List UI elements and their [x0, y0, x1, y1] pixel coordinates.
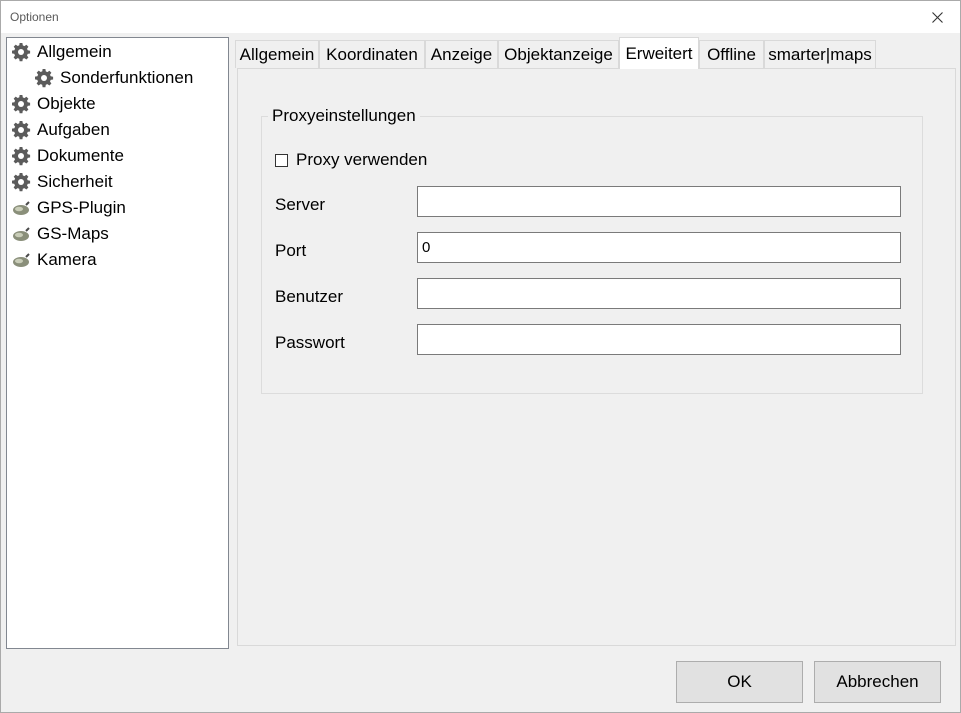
title-bar: Optionen [1, 1, 960, 33]
tree-item-label: Kamera [37, 250, 97, 269]
user-label: Benutzer [275, 287, 344, 306]
tree-item-gs-maps[interactable]: GS-Maps [10, 221, 109, 247]
tab-bar: Allgemein Koordinaten Anzeige Objektanze… [235, 37, 955, 69]
close-icon [931, 11, 943, 23]
gear-icon [10, 93, 32, 115]
tree-item-kamera[interactable]: Kamera [10, 247, 97, 273]
tree-item-label: GPS-Plugin [37, 198, 126, 217]
password-input[interactable] [417, 324, 901, 355]
password-label: Passwort [275, 333, 345, 352]
tree-item-aufgaben[interactable]: Aufgaben [10, 117, 110, 143]
server-input[interactable] [417, 186, 901, 217]
tab-smartermaps[interactable]: smarter|maps [764, 40, 876, 68]
close-button[interactable] [914, 1, 960, 33]
tree-item-sonderfunktionen[interactable]: Sonderfunktionen [33, 65, 193, 91]
proxy-group-title: Proxyeinstellungen [268, 106, 420, 126]
tree-item-label: Allgemein [37, 42, 112, 61]
use-proxy-checkbox-row[interactable]: Proxy verwenden [275, 149, 427, 171]
user-input[interactable] [417, 278, 901, 309]
tree-item-dokumente[interactable]: Dokumente [10, 143, 124, 169]
tree-item-label: Objekte [37, 94, 96, 113]
plugin-icon [10, 223, 32, 245]
tab-anzeige[interactable]: Anzeige [425, 40, 498, 68]
gear-icon [10, 41, 32, 63]
cancel-button[interactable]: Abbrechen [814, 661, 941, 703]
tree-item-label: GS-Maps [37, 224, 109, 243]
gear-icon [10, 171, 32, 193]
gear-icon [10, 119, 32, 141]
tab-erweitert[interactable]: Erweitert [619, 37, 699, 69]
tree-item-label: Aufgaben [37, 120, 110, 139]
tab-objektanzeige[interactable]: Objektanzeige [498, 40, 619, 68]
tree-item-sicherheit[interactable]: Sicherheit [10, 169, 113, 195]
options-tree: Allgemein Sonderfunktionen Objekte Aufga… [6, 37, 229, 649]
tree-item-label: Dokumente [37, 146, 124, 165]
window-title: Optionen [10, 10, 59, 24]
port-input[interactable]: 0 [417, 232, 901, 263]
tab-offline[interactable]: Offline [699, 40, 764, 68]
tree-item-label: Sicherheit [37, 172, 113, 191]
plugin-icon [10, 197, 32, 219]
tab-koordinaten[interactable]: Koordinaten [319, 40, 425, 68]
gear-icon [33, 67, 55, 89]
use-proxy-checkbox[interactable] [275, 153, 288, 167]
use-proxy-label: Proxy verwenden [296, 150, 428, 169]
tree-item-allgemein[interactable]: Allgemein [10, 39, 112, 65]
server-label: Server [275, 195, 326, 214]
tree-item-label: Sonderfunktionen [60, 68, 194, 87]
tab-allgemein[interactable]: Allgemein [235, 40, 319, 68]
tree-item-gps-plugin[interactable]: GPS-Plugin [10, 195, 126, 221]
options-dialog: Optionen Allgemein Sonderfunktionen Obje… [0, 0, 961, 713]
plugin-icon [10, 249, 32, 271]
gear-icon [10, 145, 32, 167]
tree-item-objekte[interactable]: Objekte [10, 91, 96, 117]
ok-button[interactable]: OK [676, 661, 803, 703]
port-label: Port [275, 241, 307, 260]
